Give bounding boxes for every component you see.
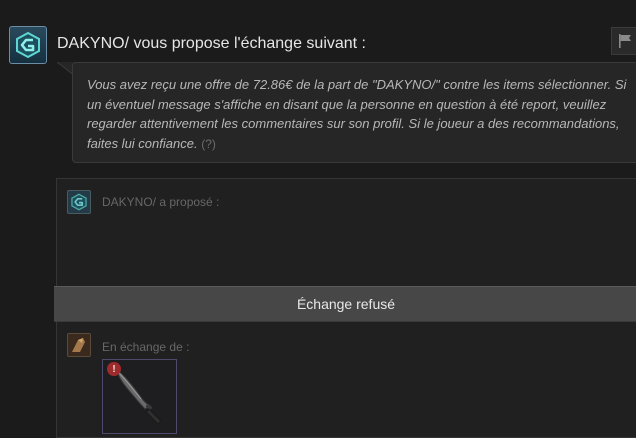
- steam-avatar-icon: [16, 31, 40, 59]
- trade-message-text: Vous avez reçu une offre de 72.86€ de la…: [87, 77, 627, 151]
- page-title: DAKYNO/ vous propose l'échange suivant :: [57, 35, 366, 52]
- proposer-avatar[interactable]: [67, 190, 91, 214]
- trade-item-slot[interactable]: !: [102, 359, 177, 434]
- my-avatar[interactable]: [67, 333, 91, 357]
- report-flag-button[interactable]: [611, 27, 636, 55]
- steam-avatar-icon: [71, 193, 87, 211]
- exchange-items-label: En échange de :: [102, 340, 190, 354]
- proposed-items-label: DAKYNO/ a proposé :: [102, 195, 220, 209]
- user-avatar-icon: [69, 335, 89, 355]
- item-warning-badge: !: [107, 362, 121, 376]
- trade-status-banner: Échange refusé: [54, 286, 636, 322]
- trade-message: Vous avez reçu une offre de 72.86€ de la…: [72, 62, 636, 163]
- trader-avatar[interactable]: [9, 26, 47, 64]
- help-link[interactable]: (?): [201, 137, 216, 151]
- trade-status-text: Échange refusé: [296, 296, 396, 312]
- flag-icon: [619, 34, 631, 48]
